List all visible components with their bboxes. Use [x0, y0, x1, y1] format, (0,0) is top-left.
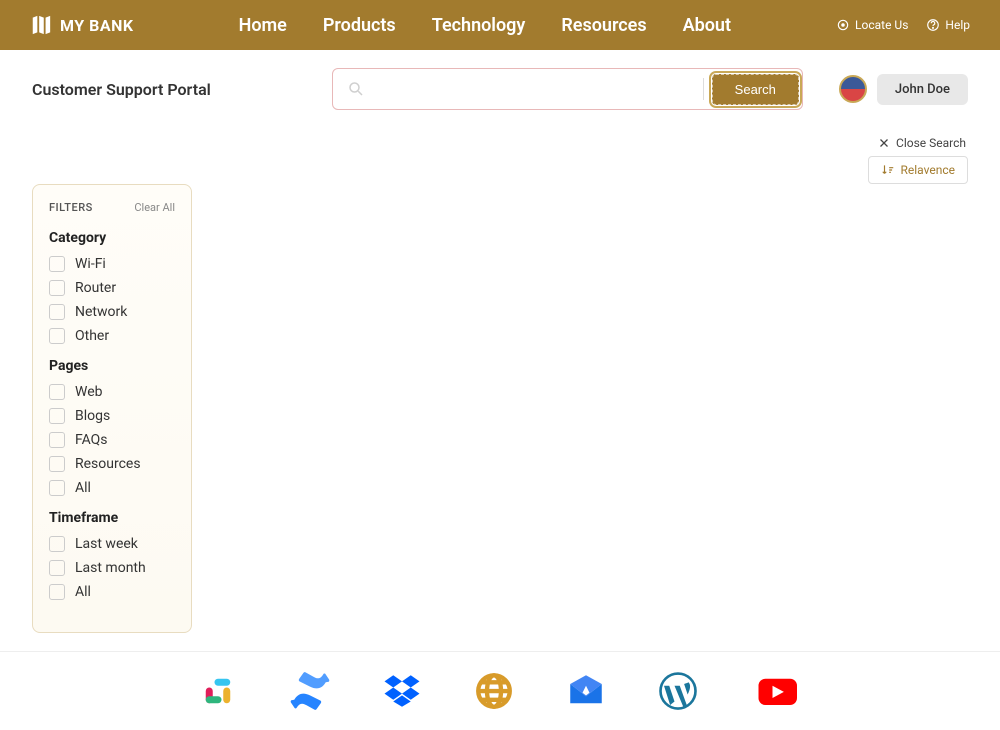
checkbox[interactable] — [49, 480, 65, 496]
filter-item[interactable]: Resources — [49, 456, 175, 472]
nav-resources[interactable]: Resources — [561, 15, 646, 36]
filter-label: Other — [75, 328, 109, 344]
filter-label: Blogs — [75, 408, 110, 424]
slack-icon[interactable] — [197, 670, 239, 712]
filter-label: Last week — [75, 536, 138, 552]
page-title: Customer Support Portal — [32, 80, 312, 99]
target-icon — [836, 18, 850, 32]
search-button[interactable]: Search — [712, 74, 799, 105]
nav-products[interactable]: Products — [323, 15, 396, 36]
filter-item[interactable]: Last week — [49, 536, 175, 552]
nav-home[interactable]: Home — [239, 15, 287, 36]
help-icon — [926, 18, 940, 32]
locate-us-label: Locate Us — [855, 18, 908, 32]
checkbox[interactable] — [49, 456, 65, 472]
help-label: Help — [945, 18, 970, 32]
filter-section-timeframe: Timeframe Last week Last month All — [49, 510, 175, 600]
checkbox[interactable] — [49, 584, 65, 600]
confluence-icon[interactable] — [289, 670, 331, 712]
filter-section-pages: Pages Web Blogs FAQs Resources All — [49, 358, 175, 496]
close-icon — [878, 137, 890, 149]
checkbox[interactable] — [49, 256, 65, 272]
filter-label: FAQs — [75, 432, 108, 448]
filter-item[interactable]: Wi-Fi — [49, 256, 175, 272]
filter-item[interactable]: Network — [49, 304, 175, 320]
nav-about[interactable]: About — [683, 15, 731, 36]
checkbox[interactable] — [49, 560, 65, 576]
filter-label: Router — [75, 280, 116, 296]
close-search-label: Close Search — [896, 136, 966, 150]
footer — [0, 651, 1000, 730]
checkbox[interactable] — [49, 432, 65, 448]
dropbox-icon[interactable] — [381, 670, 423, 712]
checkbox[interactable] — [49, 384, 65, 400]
filter-label: Resources — [75, 456, 141, 472]
checkbox[interactable] — [49, 536, 65, 552]
main-area: FILTERS Clear All Category Wi-Fi Router … — [32, 184, 968, 633]
header: MY BANK Home Products Technology Resourc… — [0, 0, 1000, 50]
brand-name: MY BANK — [60, 16, 134, 35]
filter-item[interactable]: Router — [49, 280, 175, 296]
filter-heading: Timeframe — [49, 510, 175, 526]
checkbox[interactable] — [49, 280, 65, 296]
search-divider — [703, 78, 704, 100]
filter-item[interactable]: Other — [49, 328, 175, 344]
checkbox[interactable] — [49, 408, 65, 424]
filter-heading: Pages — [49, 358, 175, 374]
search-input[interactable] — [365, 81, 703, 97]
filter-item[interactable]: Web — [49, 384, 175, 400]
relevance-label: Relavence — [901, 163, 956, 177]
sort-icon — [881, 163, 895, 177]
search-icon — [347, 80, 365, 98]
secondary-row: Close Search — [878, 136, 968, 150]
filter-label: Web — [75, 384, 103, 400]
filter-item[interactable]: Blogs — [49, 408, 175, 424]
wordpress-icon[interactable] — [657, 670, 699, 712]
filter-label: Network — [75, 304, 127, 320]
filter-section-category: Category Wi-Fi Router Network Other — [49, 230, 175, 344]
brand-logo[interactable]: MY BANK — [30, 14, 134, 36]
checkbox[interactable] — [49, 328, 65, 344]
filter-item[interactable]: All — [49, 480, 175, 496]
globe-icon[interactable] — [473, 670, 515, 712]
filter-item[interactable]: All — [49, 584, 175, 600]
brand-logo-icon — [30, 14, 52, 36]
header-right: Locate Us Help — [836, 18, 970, 32]
filters-title: FILTERS — [49, 201, 93, 214]
mail-icon[interactable] — [565, 670, 607, 712]
help-link[interactable]: Help — [926, 18, 970, 32]
content: Customer Support Portal Search John Doe … — [0, 50, 1000, 633]
close-search-button[interactable]: Close Search — [878, 136, 966, 150]
filter-item[interactable]: Last month — [49, 560, 175, 576]
main-nav: Home Products Technology Resources About — [239, 15, 731, 36]
locate-us-link[interactable]: Locate Us — [836, 18, 908, 32]
youtube-icon[interactable] — [749, 670, 803, 712]
filter-label: All — [75, 480, 91, 496]
search-bar: Search — [332, 68, 803, 110]
user-area: John Doe — [839, 74, 968, 105]
clear-all-button[interactable]: Clear All — [134, 201, 175, 214]
checkbox[interactable] — [49, 304, 65, 320]
filter-label: All — [75, 584, 91, 600]
filter-item[interactable]: FAQs — [49, 432, 175, 448]
nav-technology[interactable]: Technology — [432, 15, 526, 36]
filter-heading: Category — [49, 230, 175, 246]
top-row: Customer Support Portal Search John Doe — [32, 68, 968, 110]
user-name-pill[interactable]: John Doe — [877, 74, 968, 105]
relevance-button[interactable]: Relavence — [868, 156, 969, 184]
filters-panel: FILTERS Clear All Category Wi-Fi Router … — [32, 184, 192, 633]
filter-label: Last month — [75, 560, 146, 576]
avatar[interactable] — [839, 75, 867, 103]
filter-label: Wi-Fi — [75, 256, 106, 272]
